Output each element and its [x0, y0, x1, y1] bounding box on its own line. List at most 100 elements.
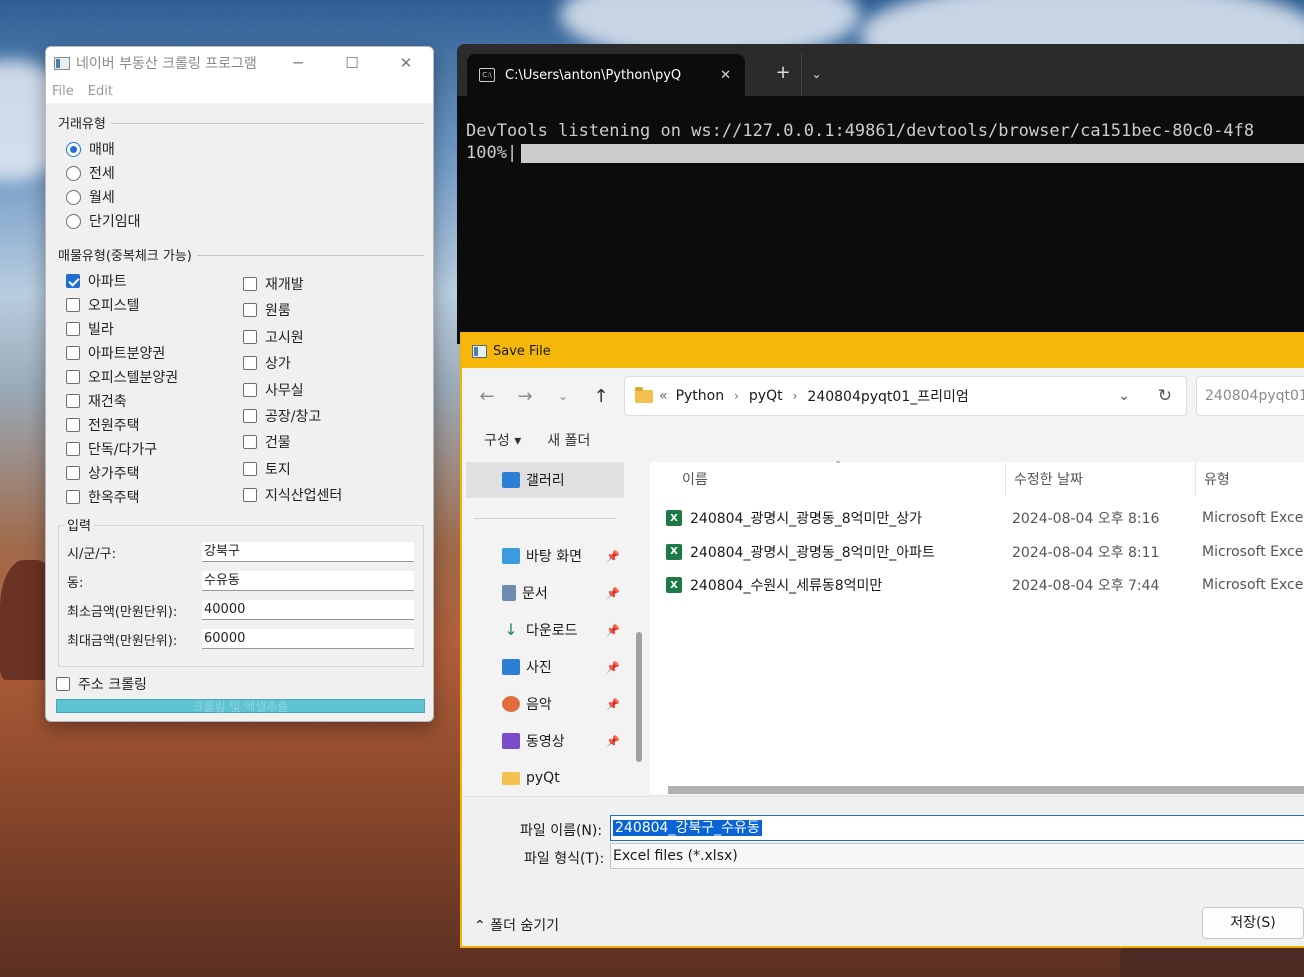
- checkbox-indicator[interactable]: [66, 346, 80, 360]
- property-checkbox[interactable]: 지식산업센터: [243, 485, 342, 505]
- property-checkbox[interactable]: 전원주택: [66, 415, 140, 435]
- minimize-icon[interactable]: ─: [271, 47, 325, 79]
- filename-input[interactable]: 240804_강북구_수유동: [610, 815, 1304, 841]
- new-folder-button[interactable]: 새 폴더: [547, 430, 590, 450]
- property-checkbox[interactable]: 재개발: [243, 274, 304, 294]
- checkbox-indicator[interactable]: [243, 329, 257, 344]
- pin-icon[interactable]: 📌: [606, 661, 620, 674]
- property-checkbox[interactable]: 토지: [243, 459, 291, 479]
- nav-scrollbar[interactable]: [636, 632, 642, 762]
- property-checkbox[interactable]: 건물: [243, 432, 291, 452]
- property-checkbox[interactable]: 단독/다가구: [66, 439, 157, 459]
- dialog-titlebar[interactable]: Save File: [462, 334, 1304, 368]
- radio-indicator[interactable]: [66, 189, 81, 205]
- checkbox-indicator[interactable]: [243, 382, 257, 397]
- checkbox-indicator[interactable]: [66, 274, 80, 288]
- checkbox-indicator[interactable]: [56, 677, 70, 691]
- checkbox-indicator[interactable]: [66, 394, 80, 408]
- checkbox-indicator[interactable]: [243, 435, 257, 450]
- checkbox-indicator[interactable]: [66, 466, 80, 480]
- radio-trade-jeonse[interactable]: 전세: [66, 163, 115, 183]
- checkbox-indicator[interactable]: [66, 418, 80, 432]
- district-input[interactable]: 강북구: [202, 542, 414, 562]
- terminal-tab[interactable]: C:\ C:\Users\anton\Python\pyQ ✕: [467, 54, 745, 96]
- search-box[interactable]: 240804pyqt01_프: [1196, 376, 1304, 416]
- nav-item-documents[interactable]: 문서 📌: [466, 575, 624, 611]
- radio-trade-shortterm[interactable]: 단기임대: [66, 211, 141, 231]
- save-button[interactable]: 저장(S): [1202, 907, 1304, 939]
- checkbox-indicator[interactable]: [66, 490, 80, 504]
- checkbox-indicator[interactable]: [66, 298, 80, 312]
- close-icon[interactable]: ✕: [379, 47, 433, 79]
- menu-edit[interactable]: Edit: [88, 84, 113, 99]
- nav-item-pyqt[interactable]: pyQt: [466, 760, 624, 796]
- breadcrumb-overflow[interactable]: «: [659, 388, 668, 404]
- back-arrow-icon[interactable]: ←: [468, 386, 506, 407]
- property-checkbox[interactable]: 상가: [243, 353, 291, 373]
- nav-item-music[interactable]: 음악 📌: [466, 686, 624, 722]
- pin-icon[interactable]: 📌: [606, 550, 620, 563]
- property-checkbox[interactable]: 빌라: [66, 319, 114, 339]
- breadcrumb-current[interactable]: 240804pyqt01_프리미엄: [807, 386, 968, 406]
- horizontal-scrollbar[interactable]: [668, 786, 1304, 794]
- refresh-icon[interactable]: ↻: [1158, 386, 1172, 406]
- checkbox-indicator[interactable]: [66, 370, 80, 384]
- property-checkbox[interactable]: 원룸: [243, 300, 291, 320]
- organize-button[interactable]: 구성 ▾: [484, 430, 521, 450]
- close-tab-icon[interactable]: ✕: [720, 68, 731, 83]
- column-type[interactable]: 유형: [1196, 462, 1304, 496]
- file-row[interactable]: X 240804_수원시_세류동8억미만 2024-08-04 오후 7:44 Mic…: [666, 570, 1304, 600]
- radio-indicator[interactable]: [66, 165, 81, 181]
- checkbox-indicator[interactable]: [243, 356, 257, 371]
- file-row[interactable]: X 240804_광명시_광명동_8억미만_상가 2024-08-04 오후 8:1…: [666, 503, 1304, 533]
- address-bar[interactable]: « Python › pyQt › 240804pyqt01_프리미엄 ⌄ ↻: [624, 376, 1187, 416]
- property-checkbox[interactable]: 사무실: [243, 380, 304, 400]
- nav-item-downloads[interactable]: ↓ 다운로드 📌: [466, 612, 624, 648]
- property-checkbox[interactable]: 아파트분양권: [66, 343, 165, 363]
- up-arrow-icon[interactable]: ↑: [582, 386, 620, 407]
- nav-item-desktop[interactable]: 바탕 화면 📌: [466, 538, 624, 574]
- nav-item-pictures[interactable]: 사진 📌: [466, 649, 624, 685]
- max-price-input[interactable]: 60000: [202, 629, 414, 649]
- breadcrumb-python[interactable]: Python: [676, 388, 725, 404]
- recent-chevron-icon[interactable]: ⌄: [544, 389, 582, 403]
- hide-folders-toggle[interactable]: ⌃ 폴더 숨기기: [474, 915, 559, 935]
- file-row[interactable]: X 240804_광명시_광명동_8억미만_아파트 2024-08-04 오후 8:…: [666, 537, 1304, 567]
- crawler-titlebar[interactable]: 네이버 부동산 크롤링 프로그램 ─ ☐ ✕: [46, 47, 433, 79]
- property-checkbox[interactable]: 공장/창고: [243, 406, 321, 426]
- menu-file[interactable]: File: [52, 84, 74, 99]
- pin-icon[interactable]: 📌: [606, 735, 620, 748]
- maximize-icon[interactable]: ☐: [325, 47, 379, 79]
- checkbox-indicator[interactable]: [243, 303, 257, 318]
- pin-icon[interactable]: 📌: [606, 624, 620, 637]
- radio-indicator[interactable]: [66, 141, 81, 157]
- property-checkbox[interactable]: 재건축: [66, 391, 127, 411]
- checkbox-indicator[interactable]: [243, 488, 257, 503]
- column-date[interactable]: 수정한 날짜: [1006, 462, 1196, 496]
- address-crawl-checkbox[interactable]: 주소 크롤링: [56, 674, 147, 694]
- property-checkbox[interactable]: 고시원: [243, 327, 304, 347]
- checkbox-indicator[interactable]: [243, 409, 257, 423]
- dong-input[interactable]: 수유동: [202, 571, 414, 591]
- breadcrumb-pyqt[interactable]: pyQt: [749, 388, 783, 404]
- crawl-export-button[interactable]: 크롤링 및 엑셀추출: [56, 699, 425, 714]
- nav-item-gallery[interactable]: 갤러리: [466, 462, 624, 498]
- checkbox-indicator[interactable]: [66, 322, 80, 336]
- chevron-down-icon[interactable]: ⌄: [801, 54, 831, 96]
- pin-icon[interactable]: 📌: [606, 587, 620, 600]
- nav-item-videos[interactable]: 동영상 📌: [466, 723, 624, 759]
- checkbox-indicator[interactable]: [243, 277, 257, 291]
- min-price-input[interactable]: 40000: [202, 600, 414, 620]
- checkbox-indicator[interactable]: [66, 442, 80, 456]
- radio-indicator[interactable]: [66, 213, 81, 229]
- column-name[interactable]: 이름 ⌃: [650, 460, 1006, 496]
- forward-arrow-icon[interactable]: →: [506, 386, 544, 407]
- pin-icon[interactable]: 📌: [606, 698, 620, 711]
- radio-trade-sale[interactable]: 매매: [66, 139, 115, 159]
- property-checkbox[interactable]: 오피스텔: [66, 295, 140, 315]
- filetype-select[interactable]: Excel files (*.xlsx): [610, 843, 1304, 869]
- property-checkbox[interactable]: 아파트: [66, 271, 127, 291]
- property-checkbox[interactable]: 오피스텔분양권: [66, 367, 178, 387]
- new-tab-icon[interactable]: +: [765, 54, 801, 96]
- checkbox-indicator[interactable]: [243, 461, 257, 476]
